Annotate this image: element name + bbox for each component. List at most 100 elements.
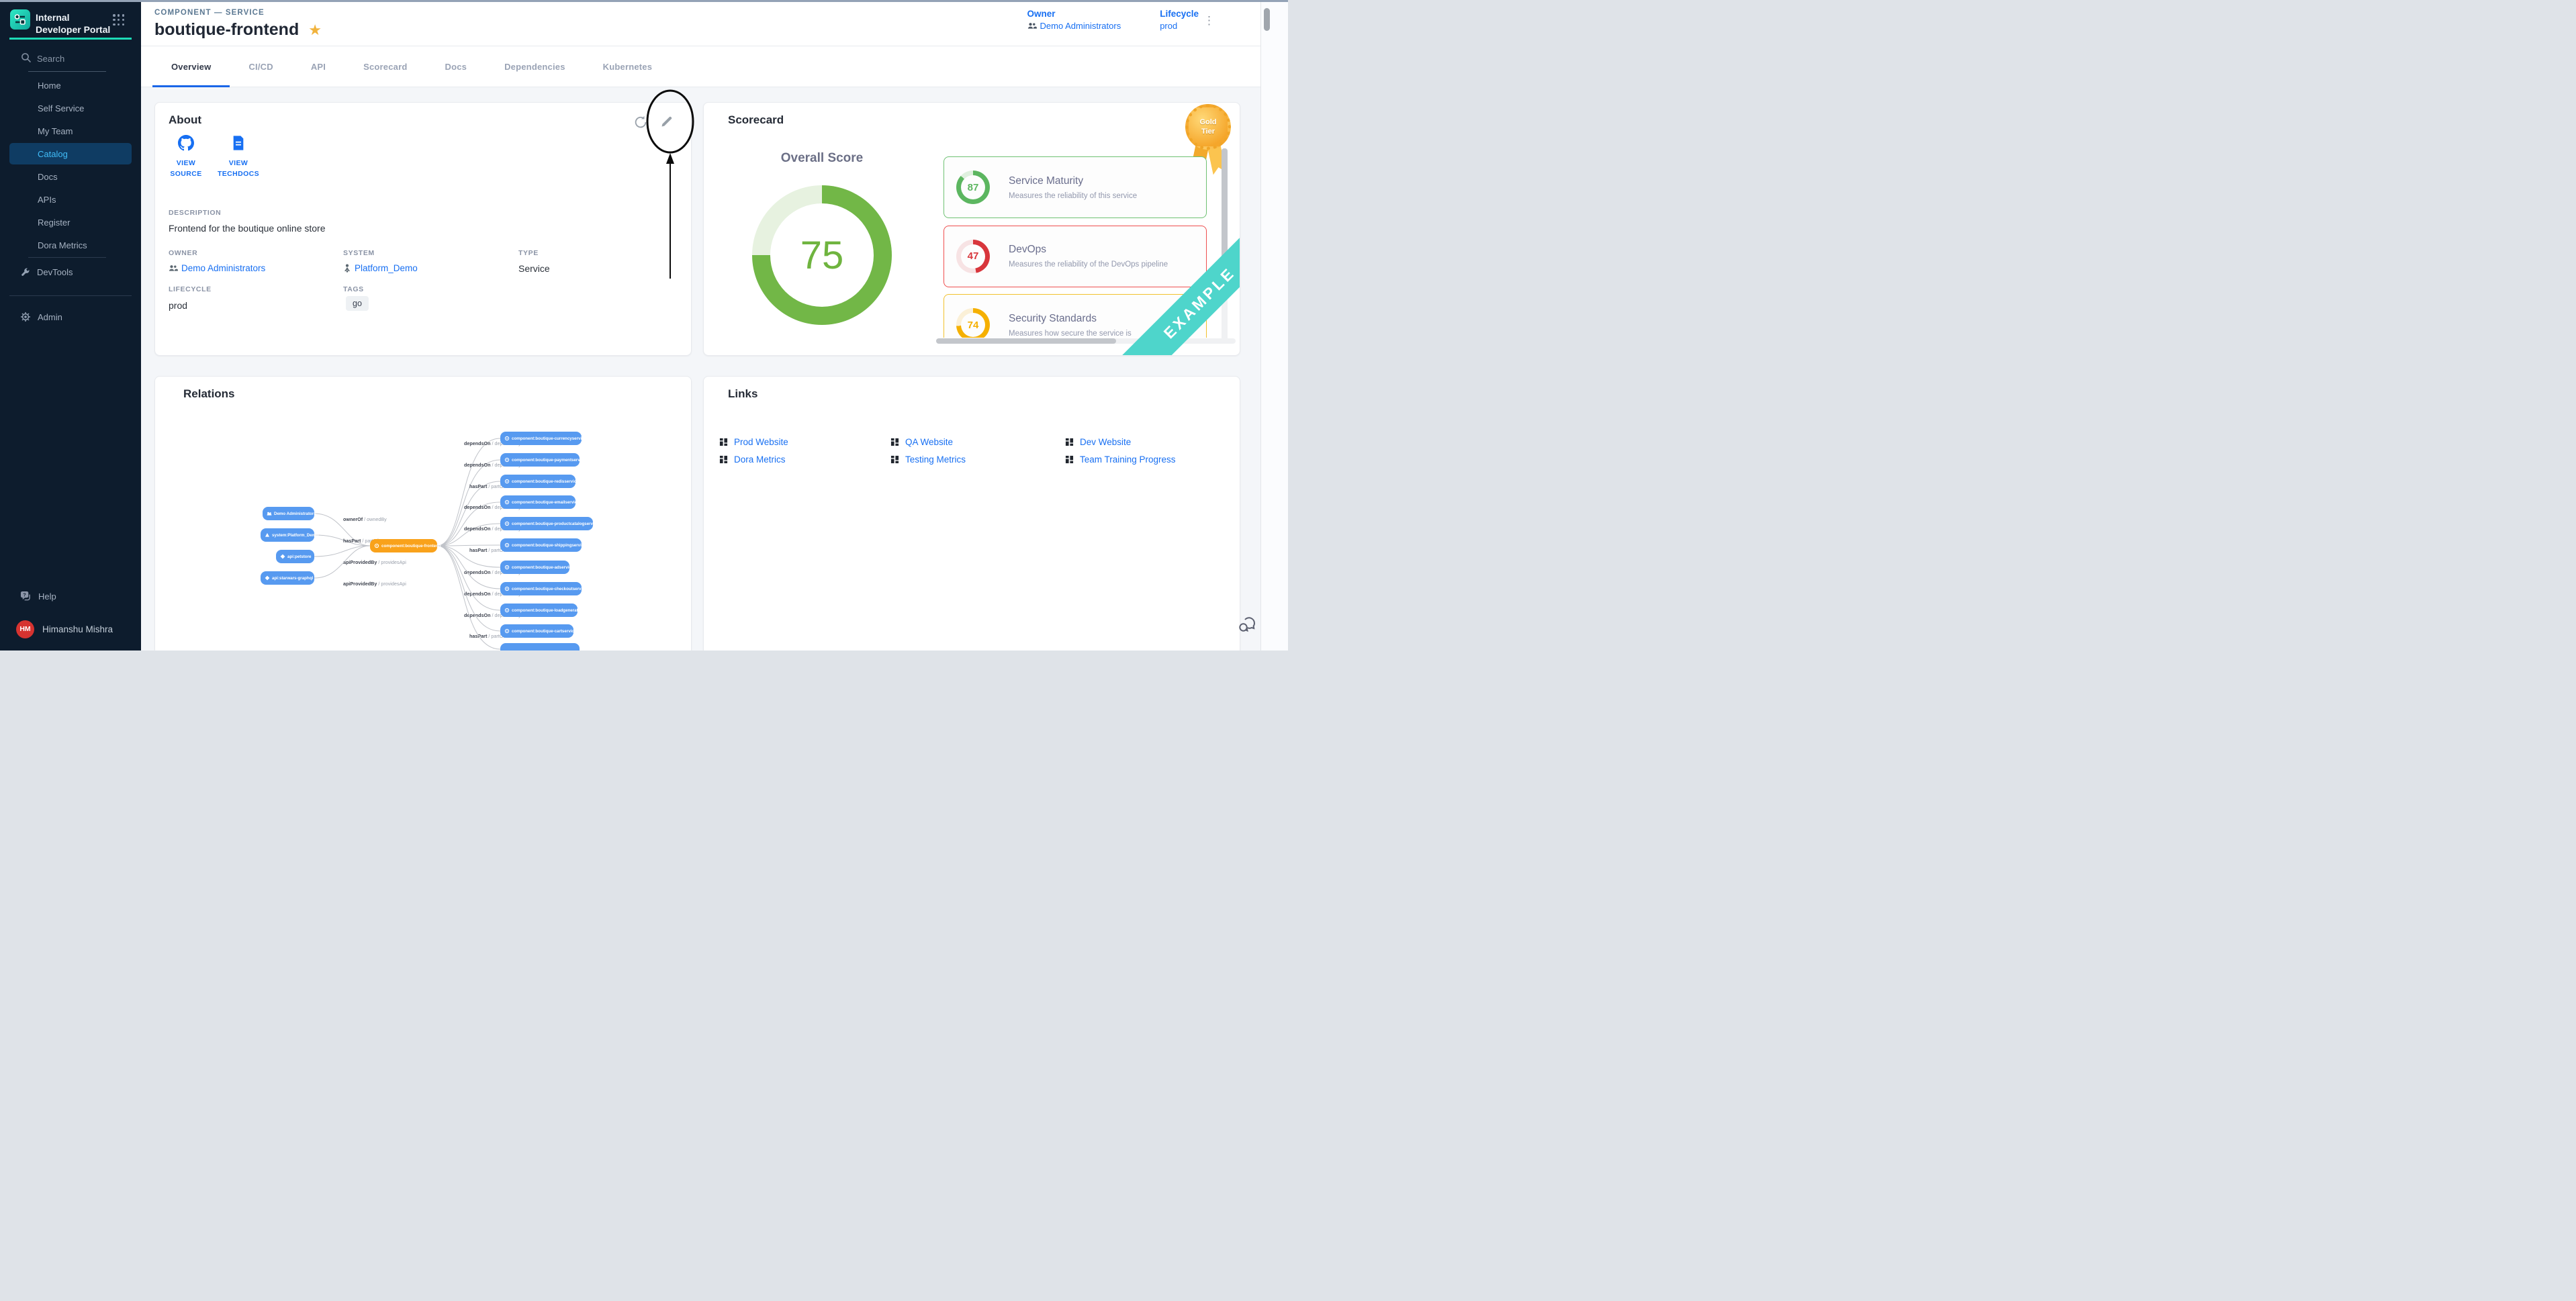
sidebar-item-register[interactable]: Register — [9, 211, 132, 233]
relation-node-component-boutique-loadgenerator[interactable]: component:boutique-loadgenerator — [500, 604, 582, 617]
link-dora-metrics[interactable]: Dora Metrics — [719, 454, 786, 465]
sidebar-item-admin[interactable]: Admin — [9, 306, 132, 328]
tab-scorecard[interactable]: Scorecard — [344, 46, 426, 87]
refresh-button[interactable] — [633, 115, 649, 131]
tab-ci-cd[interactable]: CI/CD — [230, 46, 291, 87]
relation-node-center-boutique-frontend[interactable]: component:boutique-frontend — [370, 539, 441, 552]
view-source-label: VIEW SOURCE — [160, 158, 212, 180]
metrics-vertical-scrollbar[interactable] — [1222, 148, 1228, 342]
relation-node-component-boutique-shippingservice[interactable]: component:boutique-shippingservice — [500, 538, 586, 552]
sidebar-item-home[interactable]: Home — [9, 75, 132, 96]
relation-node-api-starwars-graphql[interactable]: api:starwars-graphql — [261, 571, 314, 585]
relation-node-component-boutique-paymentservice[interactable]: component:boutique-paymentservice — [500, 453, 586, 467]
relation-node-component-boutique-emailservice[interactable]: component:boutique-emailservice — [500, 495, 580, 509]
tab-kubernetes[interactable]: Kubernetes — [584, 46, 672, 87]
metric-name: Security Standards — [1009, 313, 1132, 325]
svg-text:component:boutique-checkoutser: component:boutique-checkoutservice — [512, 587, 588, 591]
relation-node-component-boutique-adservice[interactable]: component:boutique-adservice — [500, 561, 574, 574]
svg-text:component:boutique-shippingser: component:boutique-shippingservice — [512, 543, 586, 548]
link-dev-website[interactable]: Dev Website — [1065, 437, 1131, 447]
metric-card-devops[interactable]: 47DevOpsMeasures the reliability of the … — [944, 226, 1207, 287]
favorite-star-icon[interactable]: ★ — [308, 23, 322, 38]
relation-node-api-petstore[interactable]: api:petstore — [276, 550, 314, 563]
sidebar-item-label: Help — [38, 591, 56, 601]
edit-pencil-button[interactable] — [660, 115, 676, 131]
link-testing-metrics[interactable]: Testing Metrics — [890, 454, 966, 465]
page-title: boutique-frontend — [154, 20, 299, 40]
breadcrumb: COMPONENT — SERVICE — [154, 9, 265, 17]
svg-text:component:boutique-adservice: component:boutique-adservice — [512, 565, 574, 570]
svg-text:system:Platform_Demo: system:Platform_Demo — [272, 533, 318, 538]
relation-node-component-boutique-cartservice[interactable]: component:boutique-cartservice — [500, 624, 577, 638]
system-field-link[interactable]: Platform_Demo — [343, 263, 418, 273]
lifecycle-field-label: LIFECYCLE — [169, 285, 212, 293]
link-team-training-progress[interactable]: Team Training Progress — [1065, 454, 1176, 465]
avatar: HM — [16, 620, 34, 638]
portal-logo-icon[interactable] — [10, 9, 30, 30]
sidebar-item-catalog[interactable]: Catalog — [9, 143, 132, 164]
group-icon — [1027, 22, 1037, 30]
sidebar-item-help[interactable]: ? Help — [9, 585, 132, 607]
scorecard-card: Scorecard Gold Tier Overall Score 75 87S… — [703, 102, 1240, 356]
relation-node-component-boutique-redisservice[interactable]: component:boutique-redisservice — [500, 475, 579, 488]
sidebar-item-devtools[interactable]: DevTools — [9, 261, 132, 283]
svg-text:component:boutique-loadgenerat: component:boutique-loadgenerator — [512, 608, 582, 613]
sidebar-item-dora-metrics[interactable]: Dora Metrics — [9, 234, 132, 256]
sidebar-item-label: Register — [38, 218, 70, 228]
edge-label: apiProvidedBy / providesApi — [343, 581, 406, 587]
sidebar-search-input[interactable]: Search — [0, 50, 141, 70]
metric-description: Measures how secure the service is — [1009, 330, 1132, 338]
svg-text:Demo Administrators: Demo Administrators — [274, 512, 316, 516]
metric-card-service-maturity[interactable]: 87Service MaturityMeasures the reliabili… — [944, 156, 1207, 218]
link-qa-website[interactable]: QA Website — [890, 437, 953, 447]
apps-grid-icon[interactable] — [113, 14, 125, 26]
view-source-button[interactable]: VIEW SOURCE — [160, 135, 212, 180]
metric-ring: 47 — [956, 240, 990, 273]
metric-name: DevOps — [1009, 244, 1168, 256]
relation-node-partial[interactable] — [500, 643, 580, 650]
link-label: Dev Website — [1080, 437, 1131, 447]
sidebar-accent-rule — [9, 38, 132, 40]
view-techdocs-button[interactable]: VIEW TECHDOCS — [213, 135, 264, 180]
chat-feedback-icon[interactable] — [1237, 614, 1257, 634]
sidebar-item-docs[interactable]: Docs — [9, 166, 132, 187]
owner-link[interactable]: Demo Administrators — [1027, 21, 1121, 31]
user-menu[interactable]: HM Himanshu Mishra — [9, 618, 132, 640]
user-name: Himanshu Mishra — [42, 624, 113, 634]
search-placeholder: Search — [37, 54, 64, 64]
owner-field-link[interactable]: Demo Administrators — [169, 263, 265, 273]
relation-node-component-boutique-productcatalogservice[interactable]: component:boutique-productcatalogservice — [500, 517, 599, 530]
sidebar-item-label: Admin — [38, 312, 62, 322]
relations-graph[interactable]: dependsOn / dependencyOfdependsOn / depe… — [155, 377, 692, 650]
lifecycle-field-value: prod — [169, 300, 187, 311]
edge-label: hasPart / partOf — [469, 547, 504, 553]
search-underline — [28, 71, 106, 72]
app-window: Internal Developer Portal Search HomeSel… — [0, 0, 1288, 650]
tab-dependencies[interactable]: Dependencies — [486, 46, 584, 87]
sidebar-item-label: Catalog — [38, 149, 68, 159]
tab-overview[interactable]: Overview — [152, 46, 230, 87]
relation-node-system-platform-demo[interactable]: system:Platform_Demo — [261, 528, 318, 542]
github-icon — [178, 135, 194, 151]
more-options-icon[interactable]: ⋮ — [1203, 15, 1215, 26]
help-chat-icon: ? — [20, 591, 32, 601]
tab-docs[interactable]: Docs — [426, 46, 486, 87]
metric-description: Measures the reliability of this service — [1009, 192, 1137, 200]
sidebar-item-my-team[interactable]: My Team — [9, 120, 132, 142]
page-scrollbar-thumb[interactable] — [1264, 8, 1270, 31]
tab-api[interactable]: API — [292, 46, 344, 87]
sidebar-item-self-service[interactable]: Self Service — [9, 97, 132, 119]
svg-text:component:boutique-cartservice: component:boutique-cartservice — [512, 629, 577, 634]
tag-chip[interactable]: go — [346, 296, 369, 311]
relation-node-demo-administrators[interactable]: Demo Administrators — [263, 507, 316, 520]
sidebar-divider — [9, 295, 132, 296]
svg-text:component:boutique-frontend: component:boutique-frontend — [381, 544, 441, 548]
edge-label: apiProvidedBy / providesApi — [343, 559, 406, 565]
relation-node-component-boutique-checkoutservice[interactable]: component:boutique-checkoutservice — [500, 582, 588, 595]
relation-node-component-boutique-currencyservice[interactable]: component:boutique-currencyservice — [500, 432, 587, 445]
link-prod-website[interactable]: Prod Website — [719, 437, 788, 447]
sidebar-item-apis[interactable]: APIs — [9, 189, 132, 210]
dashboard-icon — [719, 438, 728, 446]
header-owner: Owner Demo Administrators — [1027, 9, 1121, 31]
metrics-horizontal-scrollbar[interactable] — [936, 338, 1236, 344]
